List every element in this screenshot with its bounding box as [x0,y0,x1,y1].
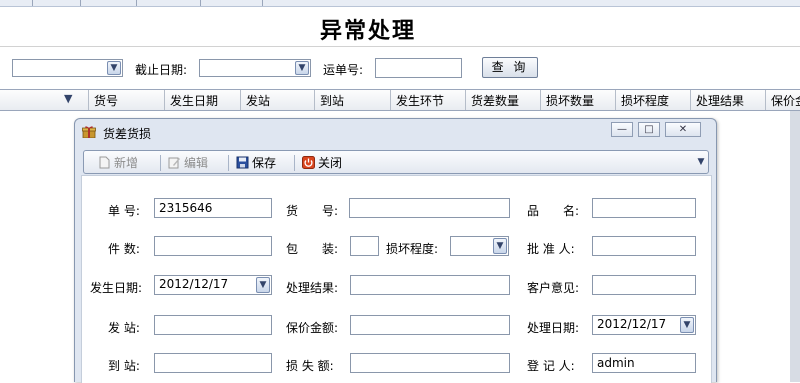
power-icon [302,156,315,169]
order-no-field[interactable]: 2315646 [154,198,272,218]
damage-degree-label: 损坏程度: [386,242,439,256]
close-button-label: 关闭 [318,156,343,170]
end-date-label: 截止日期: [135,63,188,77]
dialog-titlebar[interactable]: 货差货损 — □ ✕ [75,119,716,143]
product-name-field[interactable] [592,198,696,218]
column-header-insured[interactable]: 保价金 [765,90,800,110]
chevron-down-icon[interactable]: ▼ [493,238,507,254]
query-button[interactable]: 查 询 [482,57,538,78]
result-label: 处理结果: [286,281,339,295]
column-header-to-station[interactable]: 到站 [314,90,390,110]
save-icon [236,156,249,169]
edit-button[interactable]: 编辑 [168,154,208,172]
waybill-label: 运单号: [323,63,364,77]
handle-date-label: 处理日期: [527,321,580,335]
gift-box-icon [82,126,96,138]
result-field[interactable] [350,275,510,295]
app-top-strip [0,0,800,7]
customer-opinion-label: 客户意见: [527,281,580,295]
column-header-damage-degree[interactable]: 损坏程度 [615,90,690,110]
order-no-label: 单 号: [108,204,140,218]
goods-no-label: 货 号: [286,204,339,218]
edit-button-label: 编辑 [184,156,209,170]
pieces-field[interactable] [154,236,272,256]
recorder-field[interactable]: admin [592,353,696,373]
column-header-damage-qty[interactable]: 损坏数量 [540,90,615,110]
save-button[interactable]: 保存 [236,154,276,172]
new-button-label: 新增 [114,156,139,170]
loss-amount-label: 损 失 额: [286,359,334,373]
chevron-down-icon[interactable]: ▼ [107,61,121,75]
occur-date-value: 2012/12/17 [159,277,229,291]
to-station-field[interactable] [154,353,272,373]
damage-degree-select[interactable]: ▼ [450,236,509,256]
end-date-select[interactable]: ▼ [199,59,311,77]
column-header-occur-date[interactable]: 发生日期 [164,90,240,110]
edit-icon [168,157,180,169]
grid-scroll-strip[interactable] [790,111,800,382]
loss-amount-field[interactable] [350,353,510,373]
pieces-label: 件 数: [108,242,140,256]
from-station-label: 发 站: [108,321,140,335]
new-button[interactable]: 新增 [98,154,138,172]
new-document-icon [99,156,110,169]
packaging-field[interactable] [350,236,379,256]
toolbar-separator [294,155,295,171]
approver-label: 批 准 人: [527,242,575,256]
handle-date-value: 2012/12/17 [597,317,667,331]
chevron-down-icon[interactable]: ▼ [295,61,309,75]
maximize-icon[interactable]: □ [638,122,660,137]
toolbar-separator [160,155,161,171]
recorder-label: 登 记 人: [527,359,575,373]
column-header-goods-no[interactable]: 货号 [88,90,164,110]
page-title: 异常处理 [319,18,416,44]
insured-amount-field[interactable] [350,315,510,335]
filter-type-select[interactable]: ▼ [12,59,123,77]
column-header-result[interactable]: 处理结果 [690,90,765,110]
close-icon[interactable]: ✕ [665,122,701,137]
toolbar-separator [228,155,229,171]
grid-header: ▼ 货号 发生日期 发站 到站 发生环节 货差数量 损坏数量 损坏程度 处理结果… [0,89,800,111]
column-header-stage[interactable]: 发生环节 [390,90,465,110]
column-header-shortage-qty[interactable]: 货差数量 [465,90,540,110]
sort-arrow-icon[interactable]: ▼ [64,92,72,105]
column-header-from-station[interactable]: 发站 [240,90,314,110]
minimize-icon[interactable]: — [611,122,633,137]
close-button[interactable]: 关闭 [302,154,342,172]
chevron-down-icon[interactable]: ▼ [680,317,694,333]
dialog-toolbar: 新增 编辑 保存 关闭 ▼ [83,150,709,174]
packaging-label: 包 装: [286,242,339,256]
chevron-down-icon[interactable]: ▼ [256,277,270,293]
to-station-label: 到 站: [108,359,140,373]
waybill-input[interactable] [375,58,462,78]
approver-field[interactable] [592,236,696,256]
occur-date-picker[interactable]: 2012/12/17 ▼ [154,275,272,295]
save-button-label: 保存 [252,156,277,170]
from-station-field[interactable] [154,315,272,335]
handle-date-picker[interactable]: 2012/12/17 ▼ [592,315,696,335]
customer-opinion-field[interactable] [592,275,696,295]
dialog-title: 货差货损 [103,127,152,141]
occur-date-label: 发生日期: [90,281,143,295]
goods-no-field[interactable] [349,198,510,218]
product-name-label: 品 名: [527,204,580,218]
insured-amount-label: 保价金额: [286,321,339,335]
toolbar-overflow-icon[interactable]: ▼ [696,154,706,170]
